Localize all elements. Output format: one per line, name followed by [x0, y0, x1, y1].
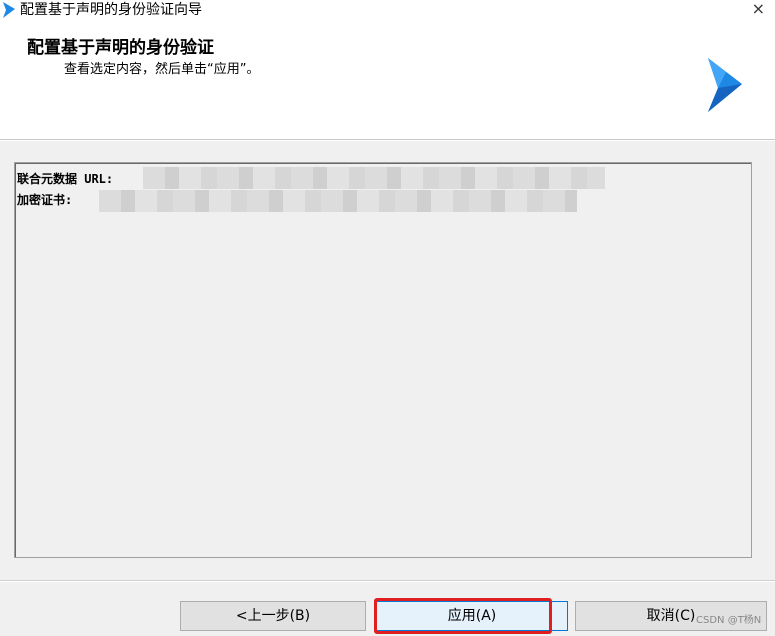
window-title: 配置基于声明的身份验证向导	[20, 2, 202, 18]
dynamics-app-icon	[3, 2, 15, 18]
encryption-cert-value-redacted	[99, 190, 577, 212]
metadata-url-row: 联合元数据 URL:	[17, 171, 113, 187]
page-heading: 配置基于声明的身份验证	[27, 38, 214, 58]
title-bar: 配置基于声明的身份验证向导 ×	[0, 0, 775, 22]
summary-panel: 联合元数据 URL: 加密证书:	[14, 162, 752, 558]
metadata-url-label: 联合元数据 URL:	[17, 172, 114, 186]
back-button[interactable]: <上一步(B)	[180, 601, 366, 631]
watermark: CSDN @T杨N	[696, 615, 762, 626]
encryption-cert-label: 加密证书:	[17, 193, 73, 207]
wizard-content: 联合元数据 URL: 加密证书:	[0, 141, 775, 581]
metadata-url-value-redacted	[143, 167, 605, 189]
page-subheading: 查看选定内容，然后单击“应用”。	[64, 62, 260, 77]
wizard-header: 配置基于声明的身份验证 查看选定内容，然后单击“应用”。	[0, 22, 775, 140]
apply-button[interactable]: 应用(A)	[376, 601, 568, 631]
wizard-footer: <上一步(B) 应用(A) 取消(C)	[0, 582, 775, 636]
dynamics-logo-icon	[708, 58, 742, 112]
encryption-cert-row: 加密证书:	[17, 192, 72, 208]
close-icon[interactable]: ×	[752, 0, 765, 18]
